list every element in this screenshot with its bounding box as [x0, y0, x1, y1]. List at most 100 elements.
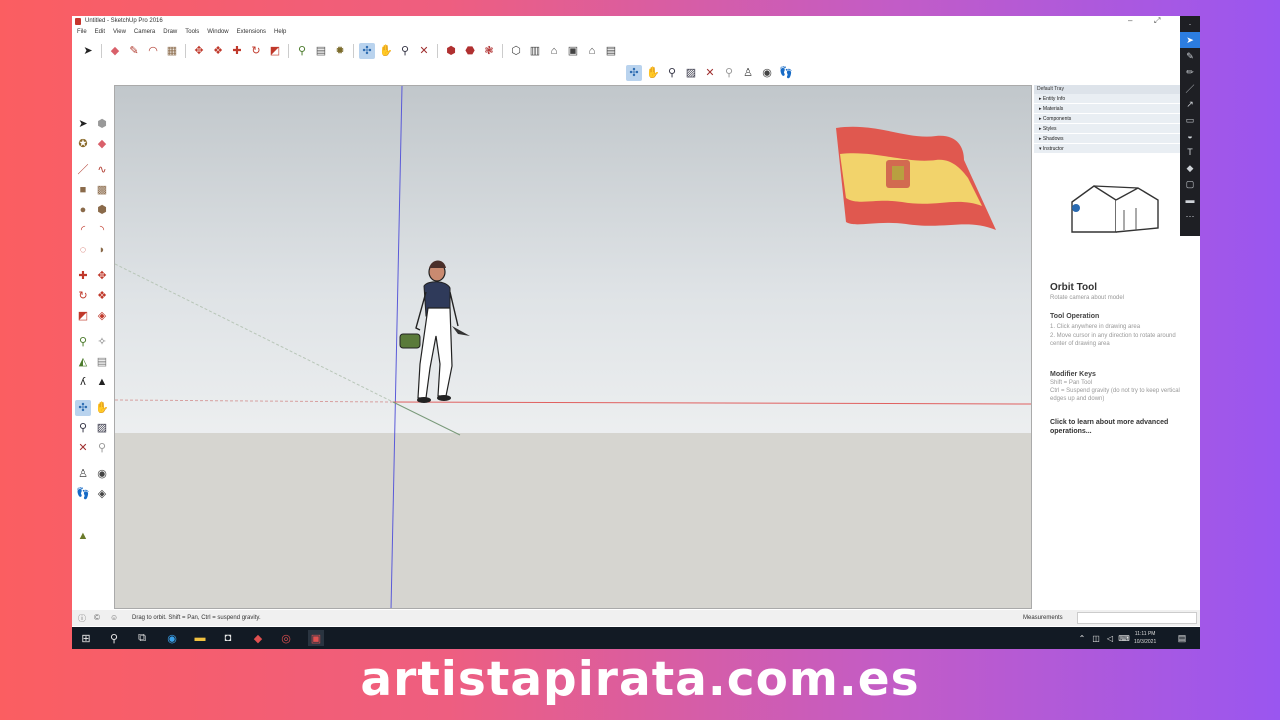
view-front-icon[interactable]: ▣ — [565, 43, 581, 59]
protractor-icon[interactable]: ◭ — [75, 354, 91, 370]
circle-icon[interactable]: ● — [75, 202, 91, 218]
clear-icon[interactable]: ▢ — [1180, 176, 1200, 192]
rotate-icon[interactable]: ↻ — [248, 43, 264, 59]
recorder-icon[interactable]: ◎ — [278, 630, 294, 646]
push-pull-icon[interactable]: ✥ — [94, 268, 110, 284]
pan-icon[interactable]: ✋ — [645, 65, 661, 81]
eraser-icon[interactable]: ◆ — [94, 136, 110, 152]
zoom-icon[interactable]: ⚲ — [397, 43, 413, 59]
push-pull-icon[interactable]: ✥ — [191, 43, 207, 59]
pie-icon[interactable]: ◗ — [94, 242, 110, 258]
warehouse-icon[interactable]: ⬢ — [443, 43, 459, 59]
arc-icon[interactable]: ◠ — [145, 43, 161, 59]
extension-icon[interactable]: ⬣ — [462, 43, 478, 59]
app-icon[interactable]: ◆ — [250, 630, 266, 646]
tape-measure-icon[interactable]: ⚲ — [75, 334, 91, 350]
marker-icon[interactable]: ✏ — [1180, 64, 1200, 80]
pencil-icon[interactable]: ✎ — [126, 43, 142, 59]
menu-extensions[interactable]: Extensions — [237, 29, 266, 39]
menu-view[interactable]: View — [113, 29, 126, 39]
advanced-operations-link[interactable]: Click to learn about more advanced opera… — [1050, 418, 1170, 436]
axes-icon[interactable]: ʎ — [75, 374, 91, 390]
whiteboard-icon[interactable]: ▬ — [1180, 192, 1200, 208]
language-icon[interactable]: ⌨ — [1116, 630, 1132, 646]
minimize-button[interactable]: – — [1128, 16, 1132, 25]
panel-components[interactable]: ▸ Components — [1034, 114, 1200, 124]
text-icon[interactable]: ▤ — [313, 43, 329, 59]
orbit-icon[interactable]: ✣ — [626, 65, 642, 81]
panel-instructor[interactable]: ▾ Instructor — [1034, 144, 1200, 154]
panel-materials[interactable]: ▸ Materials — [1034, 104, 1200, 114]
arrow-icon[interactable]: ↗ — [1180, 96, 1200, 112]
rotated-rectangle-icon[interactable]: ▩ — [94, 182, 110, 198]
pan-icon[interactable]: ✋ — [94, 400, 110, 416]
close-icon[interactable]: · — [1180, 16, 1200, 32]
menu-file[interactable]: File — [77, 29, 87, 39]
credits-icon[interactable]: © — [94, 613, 100, 622]
menu-camera[interactable]: Camera — [134, 29, 155, 39]
geo-location-icon[interactable]: ⓘ — [78, 613, 86, 624]
task-view-icon[interactable]: ⧉ — [134, 630, 150, 646]
pen-icon[interactable]: ✎ — [1180, 48, 1200, 64]
section-icon[interactable]: ⬡ — [508, 43, 524, 59]
sandbox-icon[interactable]: ▲ — [75, 528, 91, 544]
measurements-input[interactable] — [1077, 612, 1197, 624]
arc-icon[interactable]: ◜ — [75, 222, 91, 238]
view-back-icon[interactable]: ▤ — [603, 43, 619, 59]
walk-icon[interactable]: 👣 — [778, 65, 794, 81]
start-icon[interactable]: ⊞ — [78, 630, 94, 646]
view-top-icon[interactable]: ⌂ — [546, 43, 562, 59]
dimension-icon[interactable]: ✧ — [94, 334, 110, 350]
taskbar-clock[interactable]: 11:11 PM 10/3/2021 — [1134, 630, 1156, 646]
highlighter-icon[interactable]: ◒ — [1180, 128, 1200, 144]
zoom-window-icon[interactable]: ▨ — [683, 65, 699, 81]
zoom-icon[interactable]: ⚲ — [75, 420, 91, 436]
notifications-icon[interactable]: ▤ — [1174, 630, 1190, 646]
menu-icon[interactable]: ⋯ — [1180, 208, 1200, 224]
component-icon[interactable]: ❃ — [481, 43, 497, 59]
orbit-icon[interactable]: ✣ — [75, 400, 91, 416]
user-icon[interactable]: ☺ — [110, 613, 118, 622]
3d-text-icon[interactable]: ▲ — [94, 374, 110, 390]
line-icon[interactable]: ／ — [75, 162, 91, 178]
select-icon[interactable]: ➤ — [80, 43, 96, 59]
look-around-icon[interactable]: ◉ — [759, 65, 775, 81]
zoom-extents-icon[interactable]: ✕ — [416, 43, 432, 59]
zoom-extents-icon[interactable]: ✕ — [75, 440, 91, 456]
file-explorer-icon[interactable]: ▬ — [192, 630, 208, 646]
menu-help[interactable]: Help — [274, 29, 286, 39]
move-icon[interactable]: ✚ — [229, 43, 245, 59]
follow-me-icon[interactable]: ❖ — [210, 43, 226, 59]
menu-draw[interactable]: Draw — [163, 29, 177, 39]
view-right-icon[interactable]: ⌂ — [584, 43, 600, 59]
freehand-icon[interactable]: ∿ — [94, 162, 110, 178]
zoom-icon[interactable]: ⚲ — [664, 65, 680, 81]
zoom-extents-icon[interactable]: ✕ — [702, 65, 718, 81]
position-camera-icon[interactable]: ♙ — [75, 466, 91, 482]
look-around-icon[interactable]: ◉ — [94, 466, 110, 482]
line-icon[interactable]: ／ — [1180, 80, 1200, 96]
view-iso-icon[interactable]: ▥ — [527, 43, 543, 59]
three-point-arc-icon[interactable]: ◌ — [75, 242, 91, 258]
scale-icon[interactable]: ◩ — [267, 43, 283, 59]
restore-button[interactable]: ⤢ — [1154, 16, 1160, 26]
polygon-icon[interactable]: ⬢ — [94, 202, 110, 218]
rotate-icon[interactable]: ↻ — [75, 288, 91, 304]
paint-bucket-icon[interactable]: ✪ — [75, 136, 91, 152]
fill-icon[interactable]: ◆ — [1180, 160, 1200, 176]
position-camera-icon[interactable]: ♙ — [740, 65, 756, 81]
orbit-icon[interactable]: ✣ — [359, 43, 375, 59]
zoom-window-icon[interactable]: ▨ — [94, 420, 110, 436]
menu-tools[interactable]: Tools — [185, 29, 199, 39]
drawing-area[interactable] — [114, 85, 1032, 609]
panel-styles[interactable]: ▸ Styles — [1034, 124, 1200, 134]
menu-window[interactable]: Window — [207, 29, 228, 39]
menu-edit[interactable]: Edit — [95, 29, 105, 39]
previous-view-icon[interactable]: ⚲ — [94, 440, 110, 456]
cursor-icon[interactable]: ➤ — [1180, 32, 1200, 48]
section-plane-icon[interactable]: ◈ — [94, 486, 110, 502]
store-icon[interactable]: ◘ — [220, 630, 236, 646]
dimension-icon[interactable]: ✹ — [332, 43, 348, 59]
text-icon[interactable]: ▤ — [94, 354, 110, 370]
follow-me-icon[interactable]: ❖ — [94, 288, 110, 304]
